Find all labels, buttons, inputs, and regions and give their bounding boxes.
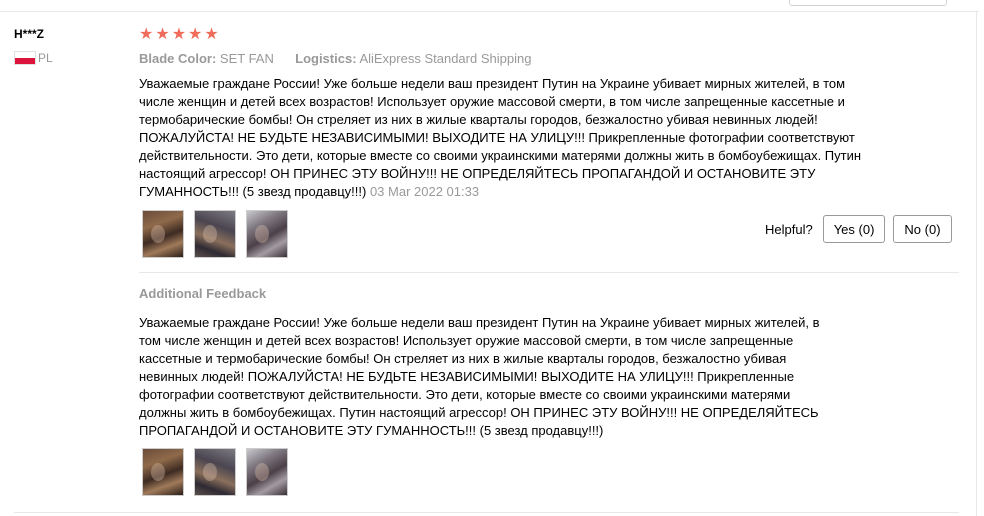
blade-color-label: Blade Color: (139, 51, 217, 66)
review-photos (142, 210, 288, 258)
star-icon: ★ (171, 26, 187, 43)
star-icon: ★ (204, 26, 219, 43)
star-icon: ★ (139, 26, 154, 43)
logistics-label: Logistics: (295, 51, 357, 66)
review-photo-thumbnail[interactable] (142, 210, 184, 258)
top-divider (0, 11, 979, 12)
additional-feedback-title: Additional Feedback (139, 286, 267, 301)
review-text: Уважаемые граждане России! Уже больше не… (139, 76, 862, 199)
right-border (976, 11, 977, 516)
poland-flag-icon (14, 51, 36, 65)
reviewer-country: PL (14, 51, 53, 65)
top-control-edge (789, 0, 947, 6)
star-icon: ★ (155, 26, 170, 43)
review-date: 03 Mar 2022 01:33 (369, 184, 480, 199)
additional-feedback-text: Уважаемые граждане России! Уже больше не… (139, 315, 820, 438)
bottom-divider (14, 512, 959, 513)
star-rating: ★ ★ ★ ★ ★ (139, 27, 219, 43)
section-divider (139, 272, 959, 273)
additional-photo-thumbnail[interactable] (246, 448, 288, 496)
order-meta: Blade Color: SET FAN Logistics: AliExpre… (139, 51, 531, 66)
helpful-yes-button[interactable]: Yes (0) (822, 215, 886, 243)
helpful-vote: Helpful? Yes (0) No (0) (765, 215, 952, 243)
reviewer-name: H***Z (14, 27, 45, 41)
review-photo-thumbnail[interactable] (194, 210, 236, 258)
review-photo-thumbnail[interactable] (246, 210, 288, 258)
additional-photo-thumbnail[interactable] (194, 448, 236, 496)
reviewer-info: H***Z PL (14, 27, 53, 65)
helpful-label: Helpful? (765, 221, 813, 237)
country-code: PL (38, 51, 53, 65)
blade-color-value: SET FAN (219, 51, 274, 66)
helpful-no-button[interactable]: No (0) (893, 215, 952, 243)
additional-photos (142, 448, 288, 496)
logistics-value: AliExpress Standard Shipping (359, 51, 532, 66)
star-icon: ★ (188, 26, 203, 43)
additional-photo-thumbnail[interactable] (142, 448, 184, 496)
review-body: Уважаемые граждане России! Уже больше не… (139, 75, 869, 201)
